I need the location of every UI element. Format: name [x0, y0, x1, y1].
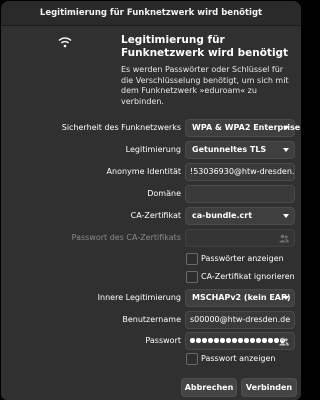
password-mask	[190, 338, 285, 343]
authentication-value: Getunneltes TLS	[192, 145, 267, 154]
password-mask-dot	[214, 338, 219, 343]
password-mask-dot	[250, 338, 255, 343]
authentication-label: Legitimierung	[125, 145, 181, 154]
anonymous-identity-row: Anonyme Identität !53036930@htw-dresden.…	[1, 163, 301, 181]
anonymous-identity-label: Anonyme Identität	[106, 167, 181, 176]
show-passwords-checkbox[interactable]: Passwörter anzeigen	[186, 253, 296, 265]
show-passwords-label: Passwörter anzeigen	[201, 254, 284, 263]
connect-button[interactable]: Verbinden	[241, 378, 297, 397]
password-row: Passwort	[1, 332, 301, 350]
ca-password-label: Passwort des CA-Zertifikats	[71, 233, 181, 242]
password-mask-dot	[220, 338, 225, 343]
security-label: Sicherheit des Funknetzwerks	[61, 123, 181, 132]
ca-certificate-label: CA-Zertifikat	[130, 211, 181, 220]
username-value: s00000@htw-dresden.de	[190, 315, 291, 324]
ca-password-input[interactable]	[185, 229, 295, 247]
show-passwords-box[interactable]	[186, 253, 198, 265]
show-password-label: Passwort anzeigen	[201, 354, 276, 363]
domain-row: Domäne	[1, 185, 301, 203]
password-mask-dot	[232, 338, 237, 343]
anonymous-identity-value: !53036930@htw-dresden.de	[190, 167, 295, 176]
security-row: Sicherheit des Funknetzwerks WPA & WPA2 …	[1, 119, 301, 137]
ca-password-row: Passwort des CA-Zertifikats	[1, 229, 301, 247]
ignore-ca-checkbox[interactable]: CA-Zertifikat ignorieren	[186, 271, 296, 283]
password-mask-dot	[226, 338, 231, 343]
ignore-ca-box[interactable]	[186, 271, 198, 283]
authentication-dropdown[interactable]: Getunneltes TLS	[185, 141, 295, 159]
dialog-description: Es werden Passwörter oder Schlüssel für …	[121, 65, 289, 106]
username-input[interactable]: s00000@htw-dresden.de	[185, 311, 295, 329]
show-password-checkbox[interactable]: Passwort anzeigen	[186, 353, 296, 365]
password-input[interactable]	[185, 332, 295, 350]
window-title: Legitimierung für Funknetzwerk wird benö…	[39, 8, 263, 18]
chevron-down-icon	[283, 148, 289, 152]
password-mask-dot	[256, 338, 261, 343]
password-mask-dot	[262, 338, 267, 343]
show-password-box[interactable]	[186, 353, 198, 365]
chevron-down-icon	[283, 296, 289, 300]
password-mask-dot	[190, 338, 195, 343]
password-mask-dot	[196, 338, 201, 343]
password-mask-dot	[244, 338, 249, 343]
inner-auth-row: Innere Legitimierung MSCHAPv2 (kein EAP)	[1, 289, 301, 307]
username-label: Benutzername	[122, 315, 181, 324]
username-row: Benutzername s00000@htw-dresden.de	[1, 311, 301, 329]
inner-auth-dropdown[interactable]: MSCHAPv2 (kein EAP)	[185, 289, 295, 307]
users-icon[interactable]	[279, 337, 289, 346]
ca-certificate-dropdown[interactable]: ca-bundle.crt	[185, 207, 295, 225]
domain-input[interactable]	[185, 185, 295, 203]
inner-auth-label: Innere Legitimierung	[97, 293, 181, 302]
users-icon[interactable]	[279, 234, 289, 243]
dialog-window: Legitimierung für Funknetzwerk wird benö…	[1, 1, 301, 400]
chevron-down-icon	[283, 214, 289, 218]
ca-certificate-row: CA-Zertifikat ca-bundle.crt	[1, 207, 301, 225]
security-dropdown[interactable]: WPA & WPA2 Enterprise	[185, 119, 300, 137]
ca-certificate-value: ca-bundle.crt	[192, 211, 253, 220]
authentication-row: Legitimierung Getunneltes TLS	[1, 141, 301, 159]
chevron-down-icon	[283, 126, 289, 130]
password-mask-dot	[268, 338, 273, 343]
password-mask-dot	[202, 338, 207, 343]
wifi-icon	[58, 37, 72, 48]
inner-auth-value: MSCHAPv2 (kein EAP)	[192, 293, 291, 302]
anonymous-identity-input[interactable]: !53036930@htw-dresden.de	[185, 163, 295, 181]
password-mask-dot	[238, 338, 243, 343]
title-bar: Legitimierung für Funknetzwerk wird benö…	[1, 1, 301, 26]
cancel-button[interactable]: Abbrechen	[181, 378, 237, 397]
dialog-heading: Legitimierung für Funknetzwerk wird benö…	[121, 34, 289, 59]
ignore-ca-label: CA-Zertifikat ignorieren	[201, 272, 295, 281]
password-mask-dot	[208, 338, 213, 343]
password-label: Passwort	[145, 336, 181, 345]
domain-label: Domäne	[147, 189, 181, 198]
password-mask-dot	[274, 338, 279, 343]
